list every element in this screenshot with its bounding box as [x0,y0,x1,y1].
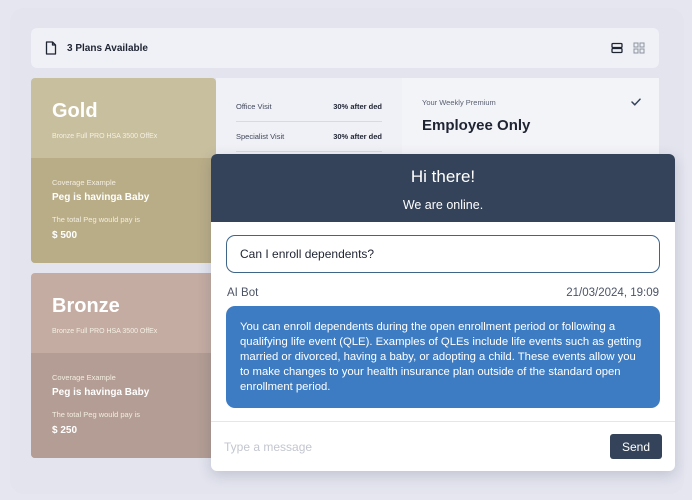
plan-name: Bronze [52,295,120,317]
grid-view-icon[interactable] [633,42,645,54]
message-input[interactable] [224,439,610,454]
bot-sender-name: AI Bot [227,287,259,299]
document-icon [45,41,57,55]
chat-footer: Send [211,421,675,471]
detail-label: Specialist Visit [236,132,285,141]
total-pay-label: The total Peg would pay is [52,215,140,224]
total-pay-amount: $ 500 [52,230,78,241]
bot-message-meta: AI Bot 21/03/2024, 19:09 [227,287,659,299]
plan-subtitle: Bronze Full PRO HSA 3500 OffEx [52,328,158,335]
chat-status: We are online. [402,198,484,212]
coverage-example: Coverage Example Peg is havinga Baby The… [31,353,216,458]
plans-toolbar: 3 Plans Available [31,28,659,68]
detail-label: Office Visit [236,102,272,111]
premium-value: Employee Only [422,117,531,134]
total-pay-amount: $ 250 [52,425,78,436]
list-view-icon[interactable] [611,42,623,54]
total-pay-label: The total Peg would pay is [52,410,140,419]
detail-value: 30% after ded [333,102,382,111]
send-button[interactable]: Send [610,434,662,459]
coverage-example-text: Peg is havinga Baby [52,192,150,203]
detail-row-office-visit: Office Visit 30% after ded [236,92,382,122]
coverage-example-text: Peg is havinga Baby [52,387,150,398]
bot-message-bubble: You can enroll dependents during the ope… [226,306,660,408]
coverage-example-label: Coverage Example [52,373,116,382]
detail-value: 30% after ded [333,132,382,141]
plan-card-gold[interactable]: Gold Bronze Full PRO HSA 3500 OffEx Cove… [31,78,216,263]
message-timestamp: 21/03/2024, 19:09 [566,287,659,299]
chat-title: Hi there! [410,167,476,186]
chat-widget: Hi there! We are online. Can I enroll de… [211,154,675,471]
chat-header: Hi there! We are online. [211,154,675,222]
plan-subtitle: Bronze Full PRO HSA 3500 OffEx [52,133,158,140]
plan-name: Gold [52,100,98,122]
premium-label: Your Weekly Premium [422,98,496,107]
coverage-example: Coverage Example Peg is havinga Baby The… [31,158,216,263]
coverage-example-label: Coverage Example [52,178,116,187]
plans-count-label: 3 Plans Available [67,42,148,54]
check-icon [631,98,641,106]
user-message-bubble: Can I enroll dependents? [226,235,660,273]
plan-card-bronze[interactable]: Bronze Bronze Full PRO HSA 3500 OffEx Co… [31,273,216,458]
detail-row-specialist-visit: Specialist Visit 30% after ded [236,122,382,152]
